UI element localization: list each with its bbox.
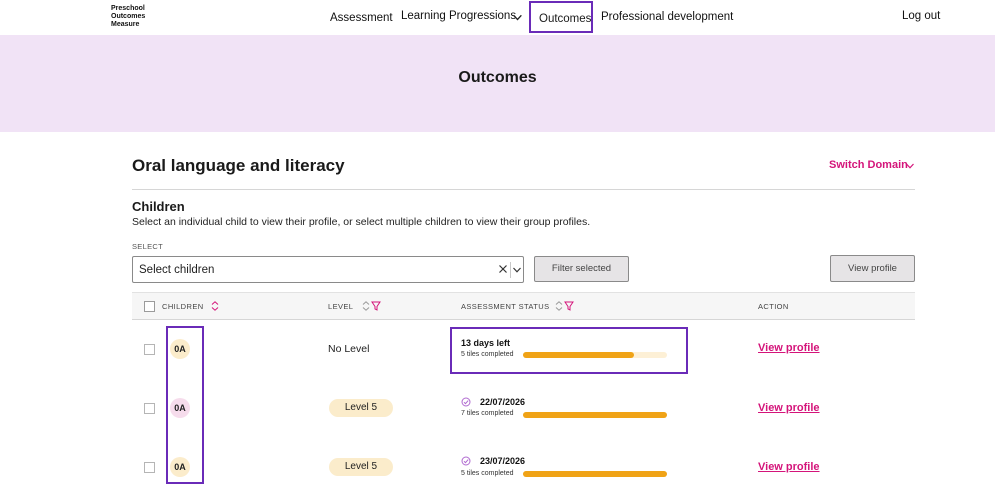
logo[interactable]: Preschool Outcomes Measure <box>111 5 145 29</box>
clear-icon[interactable] <box>498 264 508 274</box>
nav-professional-development[interactable]: Professional development <box>601 11 733 23</box>
header-level: LEVEL <box>328 302 354 311</box>
row-checkbox[interactable] <box>144 344 155 355</box>
progress-fill <box>523 352 634 358</box>
filter-icon[interactable] <box>371 300 381 312</box>
assessment-date: 23/07/2026 <box>480 456 526 466</box>
view-profile-link[interactable]: View profile <box>758 342 820 354</box>
progress-fill <box>523 471 667 477</box>
page-banner: Outcomes <box>0 35 995 132</box>
assessment-date: 22/07/2026 <box>480 397 526 407</box>
view-profile-link[interactable]: View profile <box>758 402 820 414</box>
divider <box>132 189 915 190</box>
table-row: 0A Level 5 22/07/2026 7 tiles completed … <box>132 379 915 439</box>
level-badge: Level 5 <box>329 399 393 417</box>
chevron-down-icon[interactable] <box>905 161 915 171</box>
filter-selected-button[interactable]: Filter selected <box>534 256 629 282</box>
header-action: ACTION <box>758 302 789 311</box>
logo-line-2: Outcomes <box>111 13 146 20</box>
select-children-dropdown[interactable]: Select children <box>132 256 524 283</box>
check-circle-icon <box>461 456 471 466</box>
assessment-status: 13 days left <box>461 338 511 348</box>
check-circle-icon <box>461 397 471 407</box>
nav-outcomes[interactable]: Outcomes <box>529 1 593 33</box>
chevron-down-icon[interactable] <box>512 265 522 275</box>
level-value: No Level <box>328 343 370 355</box>
sort-icon[interactable] <box>554 300 564 312</box>
level-badge: Level 5 <box>329 458 393 476</box>
section-title: Children <box>132 199 185 214</box>
view-profile-link[interactable]: View profile <box>758 461 820 473</box>
select-all-checkbox[interactable] <box>144 301 155 312</box>
nav-learning-progressions[interactable]: Learning Progressions <box>401 10 516 22</box>
switch-domain-button[interactable]: Switch Domain <box>829 159 908 171</box>
header-children: CHILDREN <box>162 302 204 311</box>
logo-line-3: Measure <box>111 21 140 28</box>
chevron-down-icon[interactable] <box>512 12 523 23</box>
progress-bar <box>523 412 667 418</box>
table-header: CHILDREN LEVEL ASSESSMENT STATUS ACTION <box>132 292 915 320</box>
tiles-completed: 5 tiles completed <box>461 470 514 477</box>
filter-icon[interactable] <box>564 300 574 312</box>
child-avatar[interactable]: 0A <box>170 457 190 477</box>
section-description: Select an individual child to view their… <box>132 216 591 228</box>
row-checkbox[interactable] <box>144 403 155 414</box>
table-row: 0A No Level 13 days left 5 tiles complet… <box>132 320 915 380</box>
table-row: 0A Level 5 23/07/2026 5 tiles completed … <box>132 438 915 494</box>
logout-link[interactable]: Log out <box>902 10 940 22</box>
select-placeholder: Select children <box>139 264 215 276</box>
header-assessment-status: ASSESSMENT STATUS <box>461 302 550 311</box>
progress-bar <box>523 471 667 477</box>
page-title: Outcomes <box>458 69 537 86</box>
child-avatar[interactable]: 0A <box>170 398 190 418</box>
nav-outcomes-label: Outcomes <box>539 13 592 25</box>
sort-icon[interactable] <box>361 300 371 312</box>
sort-icon[interactable] <box>210 300 220 312</box>
domain-title: Oral language and literacy <box>132 156 345 175</box>
tiles-completed: 5 tiles completed <box>461 351 514 358</box>
child-avatar[interactable]: 0A <box>170 339 190 359</box>
logo-line-1: Preschool <box>111 5 145 12</box>
select-separator <box>510 262 511 278</box>
row-checkbox[interactable] <box>144 462 155 473</box>
progress-bar <box>523 352 667 358</box>
progress-fill <box>523 412 667 418</box>
top-navigation: Preschool Outcomes Measure Assessment Le… <box>0 0 995 35</box>
tiles-completed: 7 tiles completed <box>461 410 514 417</box>
view-profile-button[interactable]: View profile <box>830 255 915 282</box>
select-label: SELECT <box>132 242 163 251</box>
nav-assessment[interactable]: Assessment <box>330 12 393 24</box>
